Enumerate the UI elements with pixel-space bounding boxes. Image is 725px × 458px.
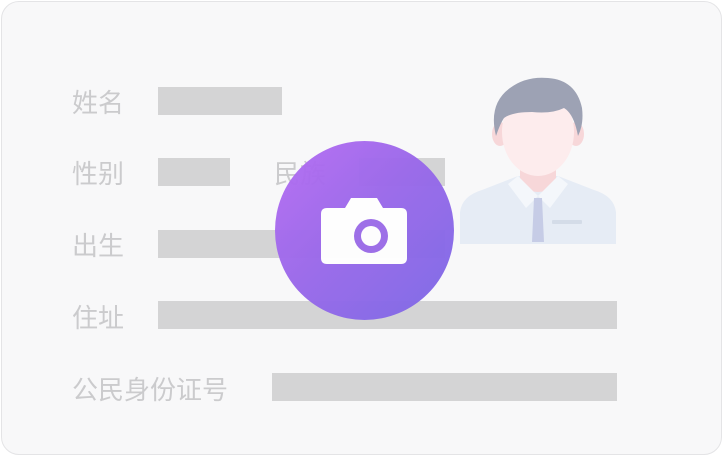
name-placeholder [158,87,282,115]
birth-label: 出生 [72,232,125,262]
id-card: 姓名 性别 民族 出生 住址 公民身份证号 [1,1,722,455]
name-label: 姓名 [72,89,125,119]
gender-placeholder [158,158,230,186]
id-number-placeholder [272,373,617,401]
address-label: 住址 [72,304,125,334]
gender-label: 性别 [72,160,125,190]
person-silhouette-icon [460,74,616,244]
camera-icon [321,198,407,264]
id-number-label: 公民身份证号 [72,376,229,406]
camera-upload-button[interactable] [275,141,454,320]
